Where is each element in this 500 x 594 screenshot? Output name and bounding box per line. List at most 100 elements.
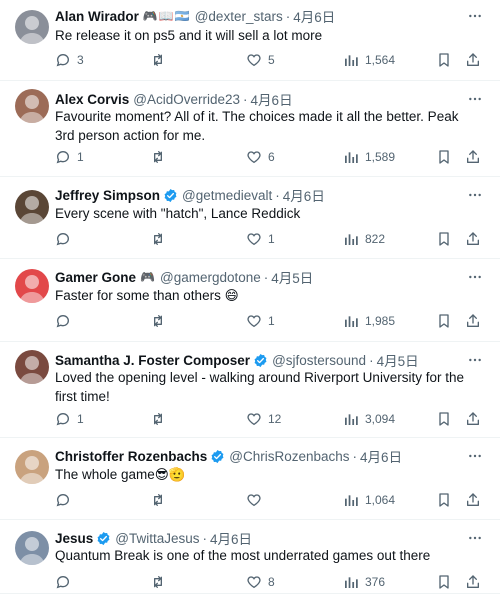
more-options-icon[interactable] bbox=[466, 7, 484, 25]
bookmark-button[interactable] bbox=[436, 572, 452, 592]
like-button[interactable]: 12 bbox=[246, 409, 281, 429]
avatar[interactable] bbox=[15, 190, 49, 224]
reply-item[interactable]: Jesus @TwittaJesus · 4月6日 Quantum Break is o… bbox=[0, 520, 500, 594]
repost-button[interactable] bbox=[150, 229, 172, 249]
timestamp[interactable]: 4月5日 bbox=[377, 350, 419, 370]
bookmark-button[interactable] bbox=[436, 311, 452, 331]
author-name[interactable]: Gamer Gone bbox=[55, 270, 136, 285]
timestamp[interactable]: 4月6日 bbox=[210, 528, 252, 548]
views-button[interactable]: 1,564 bbox=[343, 50, 395, 70]
repost-button[interactable] bbox=[150, 311, 172, 331]
share-button[interactable] bbox=[465, 490, 481, 510]
author-handle[interactable]: @TwittaJesus bbox=[115, 531, 199, 546]
author-handle[interactable]: @ChrisRozenbachs bbox=[229, 449, 349, 464]
more-options-icon[interactable] bbox=[466, 90, 484, 108]
views-button[interactable]: 1,589 bbox=[343, 147, 395, 167]
bookmark-button[interactable] bbox=[436, 50, 452, 70]
bookmark-button[interactable] bbox=[436, 147, 452, 167]
repost-button[interactable] bbox=[150, 572, 172, 592]
verified-badge-icon[interactable] bbox=[96, 531, 111, 546]
reply-text: Favourite moment? All of it. The choices… bbox=[55, 109, 459, 143]
like-button[interactable]: 1 bbox=[246, 311, 275, 331]
reply-button[interactable] bbox=[55, 311, 77, 331]
avatar[interactable] bbox=[15, 450, 49, 484]
like-count: 8 bbox=[268, 575, 275, 589]
more-options-icon[interactable] bbox=[466, 186, 484, 204]
reply-item[interactable]: Christoffer Rozenbachs @ChrisRozenbachs · 4… bbox=[0, 438, 500, 520]
reply-item[interactable]: Alex Corvis @AcidOverride23 · 4月6日 Favourite… bbox=[0, 81, 500, 177]
repost-button[interactable] bbox=[150, 147, 172, 167]
more-options-icon[interactable] bbox=[466, 447, 484, 465]
reply-button[interactable] bbox=[55, 229, 77, 249]
repost-button[interactable] bbox=[150, 490, 172, 510]
bookmark-button[interactable] bbox=[436, 229, 452, 249]
author-name[interactable]: Samantha J. Foster Composer bbox=[55, 353, 250, 368]
reply-item[interactable]: Jeffrey Simpson @getmedievalt · 4月6日 Every s… bbox=[0, 177, 500, 259]
like-button[interactable]: 6 bbox=[246, 147, 275, 167]
reply-item[interactable]: Alan Wirador 🎮📖🇦🇷 @dexter_stars · 4月6日 Re rel… bbox=[0, 0, 500, 81]
author-handle[interactable]: @AcidOverride23 bbox=[133, 92, 240, 107]
avatar[interactable] bbox=[15, 269, 49, 303]
author-handle[interactable]: @getmedievalt bbox=[182, 188, 272, 203]
share-button[interactable] bbox=[465, 311, 481, 331]
verified-badge-icon[interactable] bbox=[253, 353, 268, 368]
reply-item[interactable]: Gamer Gone 🎮 @gamergdotone · 4月5日 Faster for … bbox=[0, 259, 500, 342]
more-options-icon[interactable] bbox=[466, 268, 484, 286]
bookmark-button[interactable] bbox=[436, 490, 452, 510]
author-name[interactable]: Alex Corvis bbox=[55, 92, 129, 107]
avatar[interactable] bbox=[15, 350, 49, 384]
share-button[interactable] bbox=[465, 229, 481, 249]
verified-badge-icon[interactable] bbox=[163, 188, 178, 203]
reply-button[interactable]: 3 bbox=[55, 50, 84, 70]
bookmark-button[interactable] bbox=[436, 409, 452, 429]
share-button[interactable] bbox=[465, 409, 481, 429]
share-button[interactable] bbox=[465, 50, 481, 70]
like-count: 12 bbox=[268, 412, 282, 426]
avatar[interactable] bbox=[15, 10, 49, 44]
views-button[interactable]: 3,094 bbox=[343, 409, 395, 429]
reply-item[interactable]: Samantha J. Foster Composer @sjfostersoun… bbox=[0, 342, 500, 438]
like-button[interactable]: 8 bbox=[246, 572, 275, 592]
reply-text: Quantum Break is one of the most underra… bbox=[55, 548, 431, 563]
verified-badge-icon[interactable] bbox=[210, 449, 225, 464]
reply-header: Alan Wirador 🎮📖🇦🇷 @dexter_stars · 4月6日 bbox=[55, 6, 460, 26]
timestamp[interactable]: 4月6日 bbox=[360, 446, 402, 466]
views-button[interactable]: 1,064 bbox=[343, 490, 395, 510]
views-button[interactable]: 376 bbox=[343, 572, 385, 592]
share-button[interactable] bbox=[465, 572, 481, 592]
timestamp[interactable]: 4月5日 bbox=[271, 267, 313, 287]
author-name[interactable]: Jeffrey Simpson bbox=[55, 188, 160, 203]
author-handle[interactable]: @dexter_stars bbox=[195, 9, 283, 24]
repost-button[interactable] bbox=[150, 409, 172, 429]
author-name[interactable]: Alan Wirador bbox=[55, 9, 139, 24]
author-name[interactable]: Jesus bbox=[55, 531, 93, 546]
like-button[interactable] bbox=[246, 490, 268, 510]
timestamp[interactable]: 4月6日 bbox=[293, 6, 335, 26]
separator-dot: · bbox=[243, 91, 248, 107]
like-button[interactable]: 5 bbox=[246, 50, 275, 70]
reply-button[interactable] bbox=[55, 490, 77, 510]
author-handle[interactable]: @gamergdotone bbox=[160, 270, 261, 285]
avatar[interactable] bbox=[15, 89, 49, 123]
reply-button[interactable]: 1 bbox=[55, 147, 84, 167]
author-name[interactable]: Christoffer Rozenbachs bbox=[55, 449, 207, 464]
separator-dot: · bbox=[285, 8, 291, 24]
timestamp[interactable]: 4月6日 bbox=[251, 89, 293, 109]
action-bar: 8 376 bbox=[55, 572, 485, 592]
repost-button[interactable] bbox=[150, 50, 172, 70]
like-button[interactable]: 1 bbox=[246, 229, 275, 249]
views-button[interactable]: 822 bbox=[343, 229, 385, 249]
more-options-icon[interactable] bbox=[466, 529, 484, 547]
views-count: 1,985 bbox=[365, 314, 396, 328]
author-handle[interactable]: @sjfostersound bbox=[272, 353, 366, 368]
avatar[interactable] bbox=[15, 531, 49, 565]
reply-button[interactable]: 1 bbox=[55, 409, 84, 429]
more-options-icon[interactable] bbox=[466, 351, 484, 369]
share-button[interactable] bbox=[465, 147, 481, 167]
reply-button[interactable] bbox=[55, 572, 77, 592]
timestamp[interactable]: 4月6日 bbox=[283, 185, 325, 205]
reply-text: Loved the opening level - walking around… bbox=[55, 370, 464, 404]
separator-dot: · bbox=[263, 269, 269, 285]
reply-header: Jesus @TwittaJesus · 4月6日 bbox=[55, 528, 460, 548]
views-button[interactable]: 1,985 bbox=[343, 311, 395, 331]
